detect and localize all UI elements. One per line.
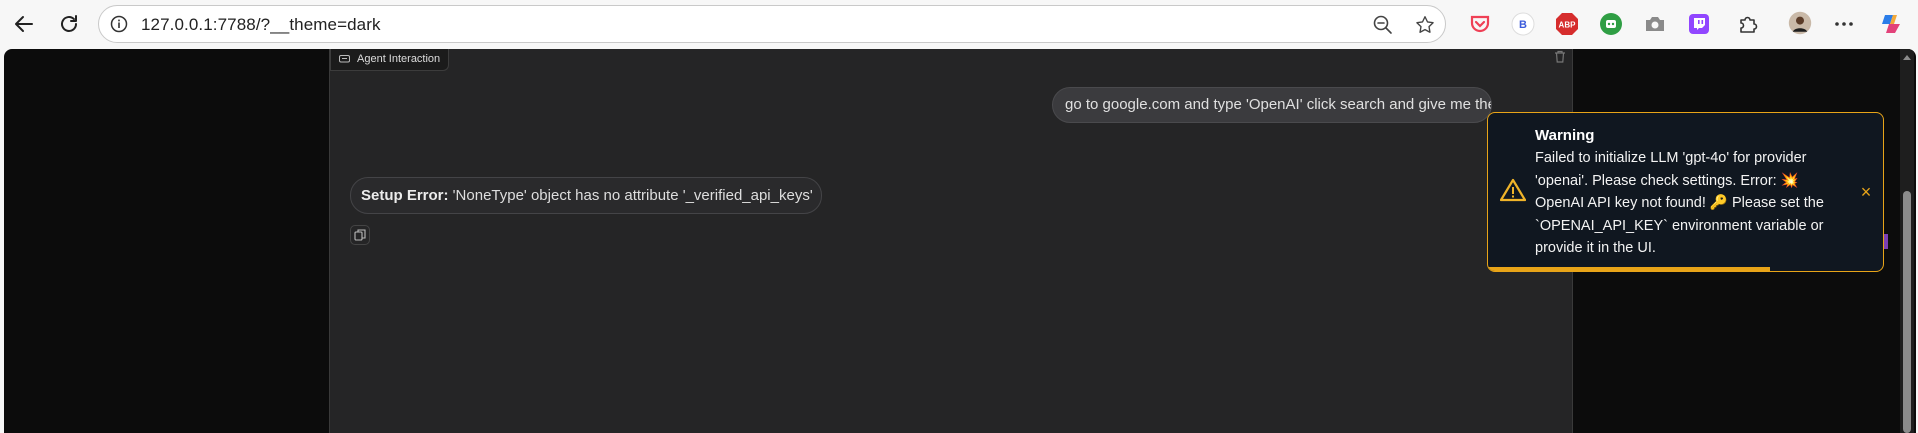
address-bar[interactable]: 127.0.0.1:7788/?__theme=dark: [98, 5, 1446, 43]
panel-label: Agent Interaction: [330, 49, 450, 71]
warning-toast: Warning Failed to initialize LLM 'gpt-4o…: [1487, 112, 1884, 272]
scroll-up-arrow-icon[interactable]: [1902, 53, 1912, 61]
error-text: 'NoneType' object has no attribute '_ver…: [448, 187, 813, 204]
page-viewport: Agent Interaction go to google.com and t…: [4, 49, 1916, 433]
user-message-bubble: go to google.com and type 'OpenAI' click…: [1052, 87, 1492, 123]
toast-title: Warning: [1535, 127, 1595, 144]
svg-text:B: B: [1519, 19, 1527, 31]
trash-icon[interactable]: [1552, 49, 1568, 65]
avatar[interactable]: [1785, 8, 1815, 38]
profile-b-icon[interactable]: B: [1509, 10, 1537, 38]
copy-icon: [354, 229, 366, 241]
robot-extension-icon[interactable]: [1597, 10, 1625, 38]
more-icon[interactable]: [1830, 10, 1858, 38]
scrollbar-thumb[interactable]: [1903, 191, 1911, 433]
url-text[interactable]: 127.0.0.1:7788/?__theme=dark: [141, 15, 381, 35]
copy-button[interactable]: [350, 225, 370, 245]
panel-label-text: Agent Interaction: [357, 53, 441, 65]
reload-button[interactable]: [51, 6, 87, 42]
warning-triangle-icon: [1500, 178, 1526, 202]
browser-toolbar: 127.0.0.1:7788/?__theme=dark B ABP: [0, 0, 1918, 48]
puzzle-icon[interactable]: [1734, 10, 1762, 38]
twitch-icon[interactable]: [1685, 10, 1713, 38]
site-info-icon[interactable]: [109, 14, 129, 34]
error-label: Setup Error:: [361, 187, 449, 204]
agent-interaction-panel: Agent Interaction go to google.com and t…: [329, 49, 1573, 433]
bot-message-bubble: Setup Error: 'NoneType' object has no at…: [350, 177, 822, 214]
back-button[interactable]: [6, 6, 42, 42]
copilot-icon[interactable]: [1877, 10, 1905, 38]
camera-icon[interactable]: [1641, 10, 1669, 38]
adblock-plus-icon[interactable]: ABP: [1553, 10, 1581, 38]
arrow-left-icon: [15, 16, 33, 32]
toast-message: Failed to initialize LLM 'gpt-4o' for pr…: [1535, 150, 1824, 256]
zoom-out-icon[interactable]: [1371, 13, 1395, 37]
user-message-text: go to google.com and type 'OpenAI' click…: [1065, 96, 1491, 113]
reload-icon: [61, 15, 77, 32]
pocket-icon[interactable]: [1466, 10, 1494, 38]
close-icon[interactable]: ×: [1859, 183, 1873, 201]
favorite-star-icon[interactable]: [1413, 13, 1437, 37]
svg-text:ABP: ABP: [1559, 21, 1577, 30]
chat-icon: [339, 55, 350, 63]
toast-progress-bar: [1488, 267, 1771, 271]
